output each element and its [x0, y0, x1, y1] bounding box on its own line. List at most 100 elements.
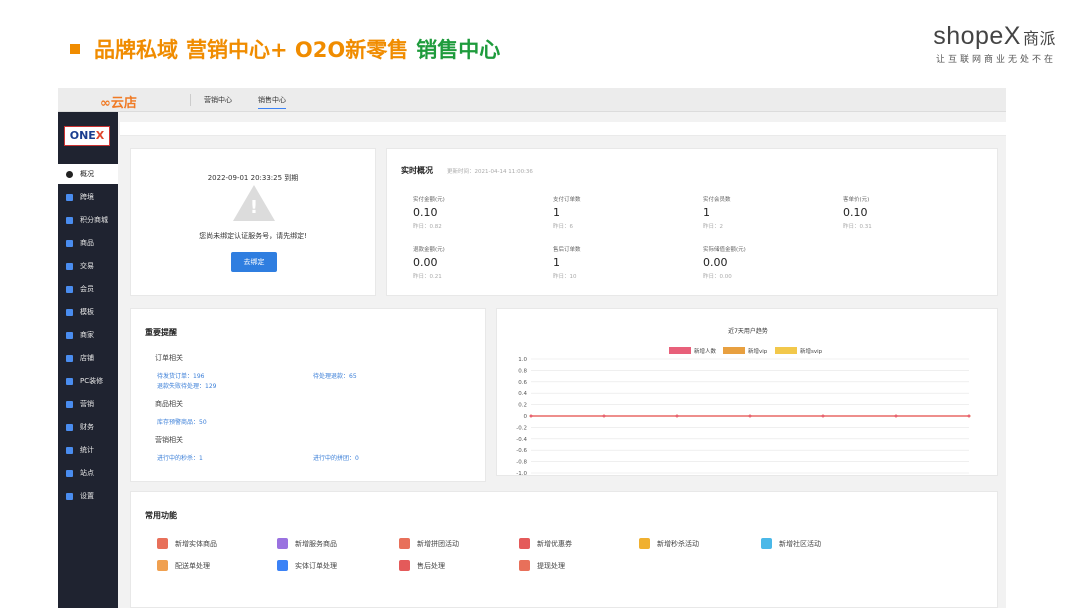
sidebar-item[interactable]: 积分商城 [58, 210, 118, 230]
sidebar-item-icon [66, 331, 73, 339]
user-trend-chart: 近7天用户趋势 新增人数 新增vip 新增svip 1.0 0.8 0.6 0.4 0.2 0 -0… [496, 308, 998, 477]
sidebar-item[interactable]: 统计 [58, 440, 118, 460]
sidebar-item[interactable]: 财务 [58, 417, 118, 437]
yundian-logo[interactable]: ∞云店 [100, 92, 137, 111]
sidebar-item[interactable]: 模板 [58, 302, 118, 322]
function-shortcut[interactable]: 新增拼团活动 [399, 538, 459, 549]
sidebar-item[interactable]: 商家 [58, 325, 118, 345]
sidebar-item-icon [66, 400, 73, 408]
bullet-square-icon [70, 44, 80, 54]
data-point [602, 414, 606, 418]
function-shortcut[interactable]: 配送单处理 [157, 560, 210, 571]
sidebar-item-label: 模板 [80, 308, 94, 316]
sidebar-item[interactable]: 概况 [58, 164, 118, 184]
metric-item: 退款金额(元) 0.00 昨日：0.21 [413, 247, 445, 280]
function-label: 实体订单处理 [295, 561, 337, 570]
reminders-title: 重要提醒 [145, 328, 177, 337]
nav-sales[interactable]: 销售中心 [258, 95, 286, 109]
refund-failed-link[interactable]: 退款失败待处理：129 [157, 381, 216, 390]
pending-ship-link[interactable]: 待发货订单：196 [157, 371, 204, 380]
metric-item: 客单价(元) 0.10 昨日：0.31 [843, 197, 872, 230]
sidebar-item-label: 概况 [80, 170, 94, 178]
bind-button[interactable]: 去绑定 [231, 252, 277, 272]
seckill-link[interactable]: 进行中的秒杀：1 [157, 453, 203, 462]
sidebar-item[interactable]: 店铺 [58, 348, 118, 368]
function-label: 新增实体商品 [175, 539, 217, 548]
stock-alert-link[interactable]: 库存预警商品：50 [157, 417, 207, 426]
nav-marketing[interactable]: 营销中心 [204, 95, 232, 105]
function-label: 新增优惠券 [537, 539, 572, 548]
slide-title: 品牌私域 营销中心+ O2O新零售 销售中心 [70, 34, 500, 64]
sidebar-item[interactable]: 商品 [58, 233, 118, 253]
function-shortcut[interactable]: 售后处理 [399, 560, 445, 571]
sidebar-item-icon [66, 354, 73, 362]
content-header-strip [120, 122, 1006, 136]
title-part-2: 营销中心+ O2O新零售 [186, 38, 409, 62]
function-shortcut[interactable]: 新增秒杀活动 [639, 538, 699, 549]
sidebar-item-icon [66, 377, 73, 385]
sidebar-item[interactable]: 设置 [58, 486, 118, 506]
metric-item: 实付会员数 1 昨日：2 [703, 197, 731, 230]
sidebar-item-label: 商品 [80, 239, 94, 247]
sidebar-item-label: 统计 [80, 446, 94, 454]
sidebar-item[interactable]: 会员 [58, 279, 118, 299]
function-icon [639, 538, 650, 549]
data-point [675, 414, 679, 418]
function-label: 新增服务商品 [295, 539, 337, 548]
data-point [894, 414, 898, 418]
sidebar-item-icon [66, 492, 73, 500]
sidebar-item-label: 财务 [80, 423, 94, 431]
brand-cn: 商派 [1022, 31, 1056, 48]
data-point [529, 414, 533, 418]
reminders-card: 重要提醒 订单相关 待发货订单：196 待处理退款：65 退款失败待处理：129… [130, 308, 486, 482]
sidebar-item[interactable]: 站点 [58, 463, 118, 483]
brand-main: shopeX [933, 22, 1021, 50]
sidebar-item-label: 站点 [80, 469, 94, 477]
common-functions-card: 常用功能 新增实体商品 新增服务商品 新增拼团活动 新增优惠券 新增秒杀活动 新增社区活动… [130, 491, 998, 608]
sidebar-item-icon [66, 262, 73, 270]
function-shortcut[interactable]: 新增服务商品 [277, 538, 337, 549]
title-part-1: 品牌私域 [94, 38, 178, 62]
function-label: 售后处理 [417, 561, 445, 570]
marketing-section-label: 营销相关 [155, 436, 183, 444]
sidebar-item-icon [66, 446, 73, 454]
function-label: 提现处理 [537, 561, 565, 570]
realtime-card: 实时概况 更新时间：2021-04-14 11:00:36 实付金额(元) 0.1… [386, 148, 998, 296]
title-part-3: 销售中心 [416, 38, 501, 62]
metric-item: 实付金额(元) 0.10 昨日：0.82 [413, 197, 445, 230]
function-shortcut[interactable]: 实体订单处理 [277, 560, 337, 571]
divider [190, 94, 191, 106]
function-icon [277, 538, 288, 549]
sidebar-item[interactable]: PC装修 [58, 371, 118, 391]
function-label: 新增社区活动 [779, 539, 821, 548]
sidebar-item-icon [66, 469, 73, 477]
sidebar-item[interactable]: 交易 [58, 256, 118, 276]
metric-item: 实际储值金额(元) 0.00 昨日：0.00 [703, 247, 746, 280]
y-tick-label: 0.6 [518, 380, 527, 386]
function-icon [519, 538, 530, 549]
function-shortcut[interactable]: 新增优惠券 [519, 538, 572, 549]
sidebar-item-icon [66, 170, 73, 178]
function-shortcut[interactable]: 提现处理 [519, 560, 565, 571]
y-tick-label: 1.0 [518, 357, 527, 363]
sidebar-item[interactable]: 营销 [58, 394, 118, 414]
sidebar-item-icon [66, 193, 73, 201]
y-tick-label: 0.4 [518, 391, 527, 397]
y-tick-label: 0.2 [518, 403, 527, 409]
sidebar-item-label: PC装修 [80, 377, 104, 385]
function-icon [157, 538, 168, 549]
data-point [967, 414, 971, 418]
sidebar-item-label: 交易 [80, 262, 94, 270]
legend-swatch [775, 347, 797, 354]
warning-mark: ! [249, 197, 259, 218]
bind-message: 您尚未绑定认证服务号，请先绑定! [199, 232, 307, 240]
pending-refund-link[interactable]: 待处理退款：65 [313, 371, 357, 380]
chart-svg: 近7天用户趋势新增人数 新增vip 新增svip 1.0 0.8 0.6 0.4 0.2 0 -0… [516, 327, 971, 477]
sidebar-item[interactable]: 跨境 [58, 187, 118, 207]
function-shortcut[interactable]: 新增社区活动 [761, 538, 821, 549]
sidebar-item-label: 店铺 [80, 354, 94, 362]
group-buy-link[interactable]: 进行中的拼团：0 [313, 453, 359, 462]
function-shortcut[interactable]: 新增实体商品 [157, 538, 217, 549]
binding-card: 2022-09-01 20:33:25 到期 ! 您尚未绑定认证服务号，请先绑定… [130, 148, 376, 296]
onex-logo[interactable]: ONEX [64, 126, 110, 146]
